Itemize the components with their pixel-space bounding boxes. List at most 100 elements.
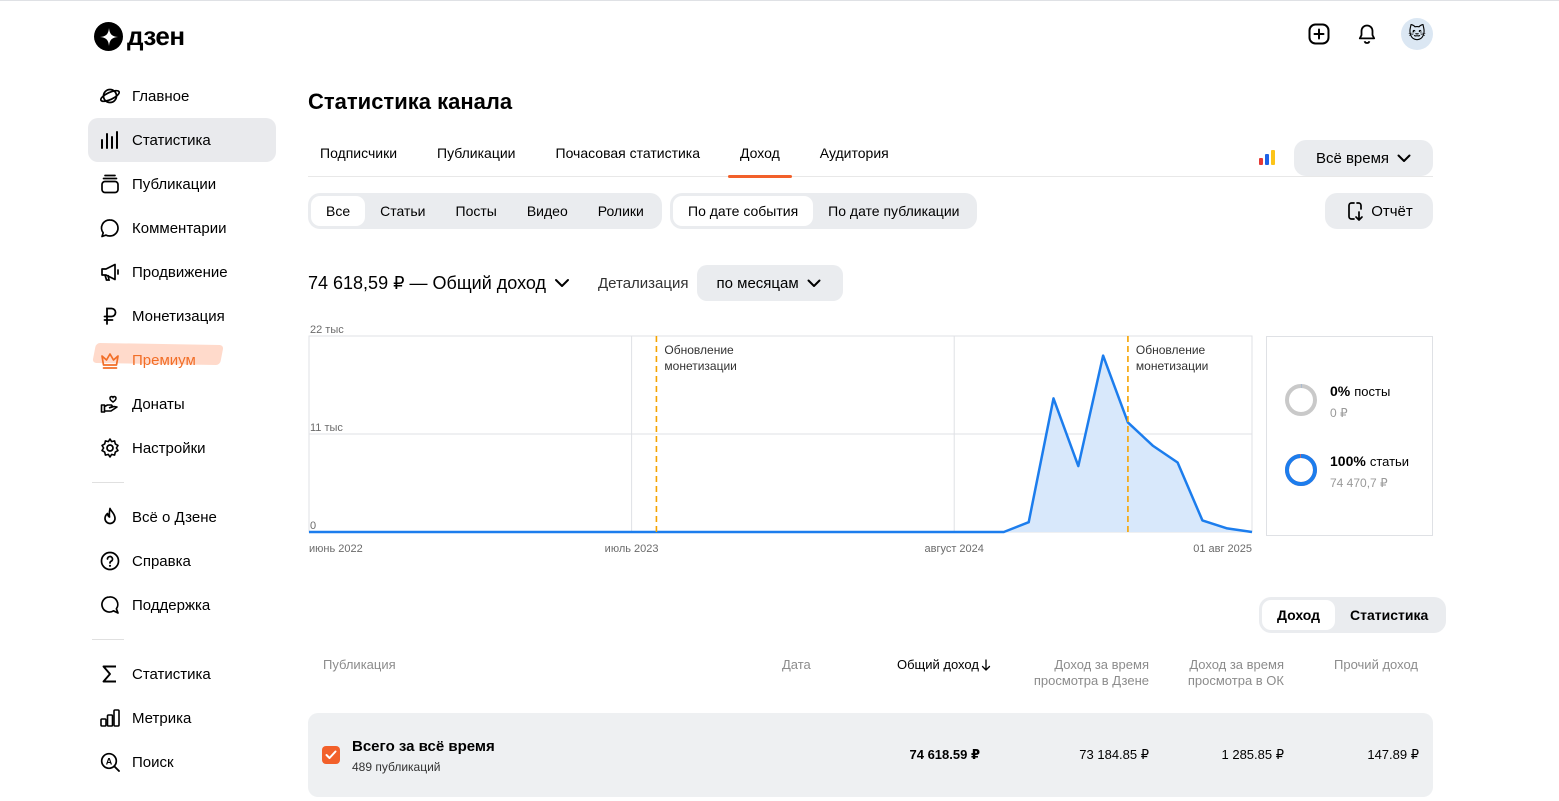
detail-dropdown[interactable]: по месяцам (696, 265, 843, 301)
detail-label: Детализация (598, 274, 689, 292)
y-tick-label: 0 (310, 520, 316, 532)
dzen-logo[interactable]: дзен (94, 21, 185, 52)
x-tick-label: июль 2023 (605, 543, 659, 555)
svg-text:A: A (106, 757, 113, 767)
sidebar-item-premium[interactable]: Премиум (88, 338, 276, 382)
column-header-other-income[interactable]: Прочий доход (1334, 657, 1418, 673)
notifications-button[interactable] (1351, 18, 1383, 50)
sidebar-item-label: Статистика (132, 665, 211, 683)
column-header-ok-view-income[interactable]: Доход за время просмотра в ОК (1188, 657, 1284, 689)
row-checkbox[interactable] (322, 746, 340, 764)
annotation-label: Обновление (664, 343, 734, 357)
table-mode-toggle: Доход Статистика (1259, 597, 1447, 633)
sidebar-item-label: Публикации (132, 175, 217, 193)
period-label: Всё время (1315, 149, 1390, 167)
cell-zen-income: 73 184.85 ₽ (1079, 747, 1149, 762)
sidebar-item-label: Монетизация (132, 307, 225, 325)
avatar[interactable]: 🐱 (1401, 18, 1433, 50)
sidebar-item-about-dzen[interactable]: Всё о Дзене (88, 495, 276, 539)
tab-income[interactable]: Доход (728, 129, 792, 178)
metrika-bars-icon[interactable] (1259, 149, 1275, 165)
cat-avatar: 🐱 (1408, 24, 1426, 43)
period-dropdown[interactable]: Всё время (1294, 140, 1433, 176)
sidebar-item-label: Донаты (132, 395, 185, 413)
sigma-icon (98, 662, 122, 686)
annotation-label: монетизации (1136, 359, 1208, 373)
date-mode-filter: По дате события По дате публикации (670, 193, 978, 229)
search-icon: A (98, 750, 122, 774)
filter-posts[interactable]: Посты (441, 196, 512, 226)
sidebar-item-help[interactable]: Справка (88, 539, 276, 583)
megaphone-icon (98, 260, 122, 284)
sidebar-item-comments[interactable]: Комментарии (88, 206, 276, 250)
breakdown-amount: 0 ₽ (1330, 406, 1348, 420)
logo-text: дзен (127, 21, 185, 51)
toggle-statistics[interactable]: Статистика (1335, 600, 1443, 630)
metrika-icon (98, 706, 122, 730)
check-icon (325, 750, 337, 759)
tab-hourly[interactable]: Почасовая статистика (544, 129, 713, 177)
chevron-down-icon[interactable] (554, 278, 570, 288)
income-area (309, 355, 1252, 532)
breakdown-articles: 100% статьи 74 470,7 ₽ (1284, 453, 1409, 490)
toggle-income[interactable]: Доход (1262, 600, 1336, 630)
x-tick-label: август 2024 (924, 543, 983, 555)
column-header-date[interactable]: Дата (782, 657, 811, 673)
sidebar-divider (92, 639, 124, 640)
sidebar-item-metrika[interactable]: Метрика (88, 696, 276, 740)
help-icon (98, 549, 122, 573)
column-header-total[interactable]: Общий доход (897, 657, 991, 673)
download-report-icon (1348, 202, 1364, 221)
income-summary: 74 618,59 ₽ — Общий доход Детализация по… (308, 265, 843, 301)
sidebar-item-label: Продвижение (132, 263, 228, 281)
sidebar-item-search[interactable]: A Поиск (88, 740, 276, 784)
support-icon (98, 593, 122, 617)
planet-icon (98, 84, 122, 108)
y-tick-label: 11 тыс (310, 422, 343, 434)
flame-icon (98, 505, 122, 529)
filter-articles[interactable]: Статьи (365, 196, 440, 226)
sidebar-item-support[interactable]: Поддержка (88, 583, 276, 627)
sidebar-item-label: Поддержка (132, 596, 211, 614)
filter-shorts[interactable]: Ролики (583, 196, 659, 226)
sidebar-item-monetization[interactable]: Монетизация (88, 294, 276, 338)
filter-video[interactable]: Видео (512, 196, 583, 226)
stack-icon (98, 172, 122, 196)
income-chart: Обновление монетизации Обновление монетизац… (308, 324, 1253, 555)
bell-icon (1358, 24, 1376, 44)
sidebar-item-main[interactable]: Главное (88, 74, 276, 118)
breakdown-name: статьи (1369, 454, 1410, 469)
sidebar-item-label: Справка (132, 552, 191, 570)
crown-icon (98, 348, 122, 372)
tab-subscribers[interactable]: Подписчики (308, 129, 409, 177)
tab-audience[interactable]: Аудитория (808, 129, 901, 177)
sidebar: Главное Статистика Публикации Комментари… (88, 74, 276, 784)
ruble-icon (98, 304, 122, 328)
breakdown-pct: 0% (1330, 383, 1351, 399)
add-button[interactable] (1303, 18, 1335, 50)
filter-all[interactable]: Все (311, 196, 366, 226)
tab-publications[interactable]: Публикации (425, 129, 527, 177)
sidebar-item-settings[interactable]: Настройки (88, 426, 276, 470)
column-header-line: просмотра в Дзене (1033, 673, 1149, 688)
filter-by-publish-date[interactable]: По дате публикации (813, 196, 974, 226)
sidebar-item-promotion[interactable]: Продвижение (88, 250, 276, 294)
sidebar-item-statistics[interactable]: Статистика (88, 118, 276, 162)
column-header-publication[interactable]: Публикация (323, 657, 396, 673)
filter-by-event-date[interactable]: По дате события (673, 196, 814, 226)
sidebar-divider (92, 482, 124, 483)
report-button[interactable]: Отчёт (1325, 193, 1433, 229)
sidebar-item-donations[interactable]: Донаты (88, 382, 276, 426)
total-income[interactable]: 74 618,59 ₽ — Общий доход (308, 273, 546, 294)
x-tick-label: 01 авг 2025 (1193, 543, 1252, 555)
chevron-down-icon (1397, 154, 1411, 162)
sidebar-item-publications[interactable]: Публикации (88, 162, 276, 206)
column-header-zen-view-income[interactable]: Доход за время просмотра в Дзене (1034, 657, 1149, 689)
sidebar-item-label: Статистика (132, 131, 211, 149)
table-row-total[interactable]: Всего за всё время 489 публикаций 74 618… (308, 713, 1433, 797)
page-title: Статистика канала (308, 89, 513, 114)
plus-square-icon (1308, 23, 1330, 45)
sidebar-item-stats-service[interactable]: Статистика (88, 652, 276, 696)
content-breakdown-panel: 0% посты 0 ₽ 100% статьи 74 470,7 ₽ (1266, 336, 1433, 536)
sidebar-item-label: Главное (132, 87, 190, 105)
